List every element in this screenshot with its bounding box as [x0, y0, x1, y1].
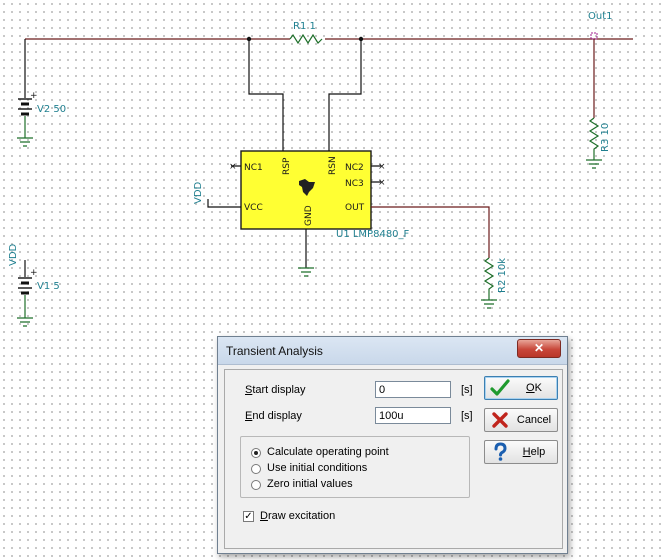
v2-label: V2 50 [37, 104, 66, 115]
v2-ground-symbol [17, 116, 33, 147]
dialog-titlebar[interactable]: Transient Analysis ✕ [218, 337, 567, 365]
draw-excitation-checkbox[interactable]: ✓ [243, 511, 254, 522]
cancel-button-label: Cancel [516, 414, 552, 426]
out1-label: Out1 [588, 11, 613, 22]
transient-analysis-dialog: Transient Analysis ✕ Start display 0 [s]… [217, 336, 568, 554]
draw-excitation-label: Draw excitation [260, 510, 336, 522]
nc1-x-mark: × [229, 162, 237, 172]
dialog-title: Transient Analysis [226, 344, 323, 358]
rsn-wire [328, 39, 362, 140]
v1-label: V1 5 [37, 281, 60, 292]
start-display-unit: [s] [461, 384, 473, 396]
vdd-label-chip: VDD [193, 181, 204, 204]
ic-ground-symbol [298, 267, 314, 277]
ok-button-label: OK [526, 382, 542, 394]
v1-plus-sign: + [30, 268, 38, 278]
r1-label: R1 1 [293, 21, 316, 32]
pin-rsp-label: RSP [282, 157, 292, 175]
v1-ground-symbol [17, 295, 33, 327]
vdd-label-v1: VDD [8, 243, 19, 266]
nc3-x-mark: × [378, 178, 386, 188]
initial-conditions-group: Calculate operating point Use initial co… [240, 436, 470, 498]
r3-label: R3 10 [600, 123, 611, 152]
out1-node-marker[interactable] [590, 32, 598, 40]
pin-nc1-label: NC1 [244, 163, 263, 173]
ic-top-pin-stubs [282, 140, 330, 151]
pin-gnd-label: GND [304, 205, 314, 226]
end-display-unit: [s] [461, 410, 473, 422]
x-icon [492, 412, 508, 428]
help-button[interactable]: Help [484, 440, 558, 464]
pin-out-label: OUT [345, 203, 365, 213]
option-label-calculate: Calculate operating point [267, 446, 389, 458]
rsp-wire [248, 39, 284, 140]
end-display-input[interactable]: 100u [375, 407, 451, 424]
ok-button[interactable]: OK [484, 376, 558, 400]
ic-name-label: U1 LMP8480_F [336, 229, 410, 240]
r2-label: R2 10k [497, 258, 508, 293]
cancel-button[interactable]: Cancel [484, 408, 558, 432]
nc2-x-mark: × [378, 162, 386, 172]
radio-calculate-operating-point[interactable] [251, 448, 261, 458]
close-icon: ✕ [533, 341, 545, 355]
pin-nc2-label: NC2 [345, 163, 364, 173]
pin-vcc-label: VCC [244, 203, 263, 213]
question-icon [494, 442, 507, 461]
end-display-label: End display [245, 410, 302, 422]
option-label-use-initial: Use initial conditions [267, 462, 368, 474]
radio-zero-initial-values[interactable] [251, 480, 261, 490]
vcc-wire [207, 199, 241, 208]
dialog-client-area: Start display 0 [s] End display 100u [s]… [224, 369, 563, 549]
close-button[interactable]: ✕ [517, 339, 561, 358]
start-display-input[interactable]: 0 [375, 381, 451, 398]
radio-use-initial-conditions[interactable] [251, 464, 261, 474]
r1-resistor[interactable] [289, 33, 323, 45]
checkmark-icon [490, 379, 510, 396]
pin-nc3-label: NC3 [345, 179, 364, 189]
pin-rsn-label: RSN [328, 156, 338, 175]
r2-resistor[interactable] [481, 257, 497, 309]
end-display-row: End display 100u [s] [225, 406, 475, 426]
start-display-row: Start display 0 [s] [225, 380, 475, 400]
start-display-label: Start display [245, 384, 306, 396]
help-button-label: Help [522, 446, 546, 458]
option-label-zero: Zero initial values [267, 478, 353, 490]
v2-plus-sign: + [30, 91, 38, 101]
